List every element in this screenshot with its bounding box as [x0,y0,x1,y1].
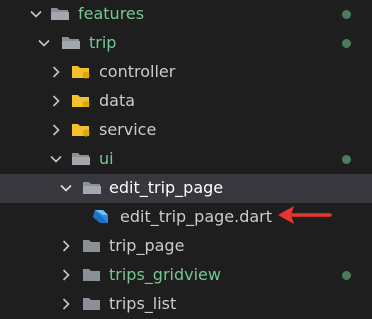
annotation-arrow-icon [278,206,332,224]
tree-item-label: service [99,120,157,139]
tree-item-label: ui [99,149,114,168]
tree-item-label: controller [99,62,176,81]
chevron-down-icon[interactable] [37,36,51,50]
folder-open-icon [61,35,81,51]
tree-item-label: edit_trip_page [109,178,224,197]
modified-indicator [342,155,351,164]
modified-indicator [342,271,351,280]
dart-file-icon [91,208,109,226]
tree-item-edit-trip-page[interactable]: edit_trip_page [0,174,372,203]
chevron-down-icon[interactable] [29,7,43,21]
modified-indicator [342,10,351,19]
tree-item-trip[interactable]: trip [0,29,372,58]
chevron-right-icon[interactable] [49,123,63,137]
tree-item-service[interactable]: service [0,116,372,145]
tree-item-label: trip_page [109,236,185,255]
chevron-right-icon[interactable] [49,65,63,79]
tree-item-label: data [99,91,136,110]
tree-item-label: edit_trip_page.dart [120,207,273,226]
folder-closed-icon [82,267,102,283]
tree-item-trips-list[interactable]: trips_list [0,290,372,319]
folder-closed-icon [82,296,102,312]
chevron-right-icon[interactable] [49,94,63,108]
chevron-right-icon[interactable] [59,268,73,282]
folder-yellow-icon [71,122,91,138]
folder-open-icon [71,151,91,167]
folder-open-icon [82,180,102,196]
folder-yellow-icon [71,64,91,80]
tree-item-ui[interactable]: ui [0,145,372,174]
tree-item-label: trips_list [109,294,177,313]
tree-item-features[interactable]: features [0,0,372,29]
tree-item-trips-gridview[interactable]: trips_gridview [0,261,372,290]
chevron-down-icon[interactable] [59,181,73,195]
folder-yellow-icon [71,93,91,109]
tree-item-data[interactable]: data [0,87,372,116]
tree-item-label: trips_gridview [109,265,221,284]
tree-item-label: features [78,4,145,23]
file-explorer-tree: features trip controller data service ui… [0,0,372,316]
folder-closed-icon [82,238,102,254]
chevron-right-icon[interactable] [59,239,73,253]
modified-indicator [342,39,351,48]
tree-item-trip-page[interactable]: trip_page [0,232,372,261]
tree-item-label: trip [89,33,117,52]
tree-item-controller[interactable]: controller [0,58,372,87]
folder-open-icon [50,6,70,22]
chevron-right-icon[interactable] [59,297,73,311]
chevron-down-icon[interactable] [49,152,63,166]
